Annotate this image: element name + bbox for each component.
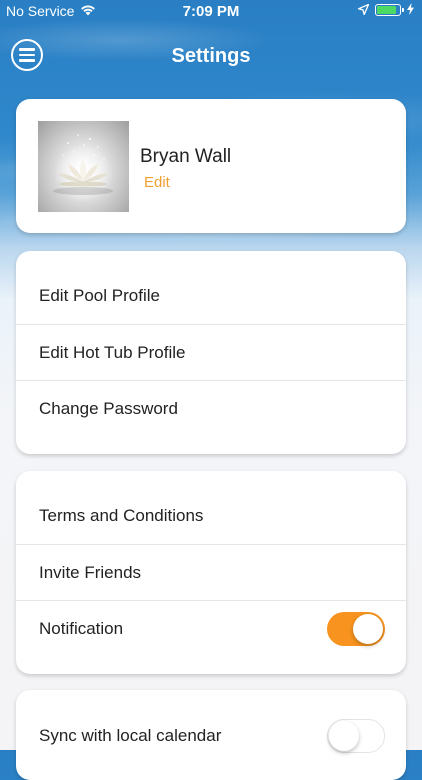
battery-icon [375,4,404,16]
row-label: Change Password [39,398,178,418]
profile-settings-card: Edit Pool Profile Edit Hot Tub Profile C… [16,251,406,454]
row-label: Terms and Conditions [39,506,204,525]
terms-and-conditions-row[interactable]: Terms and Conditions [16,488,406,544]
toggle-knob [353,613,383,644]
calendar-settings-card: Sync with local calendar [16,690,406,780]
change-password-row[interactable]: Change Password [16,380,406,436]
edit-profile-link[interactable]: Edit [144,174,170,191]
row-label: Edit Pool Profile [39,286,160,305]
row-label: Edit Hot Tub Profile [39,342,186,362]
row-label: Sync with local calendar [39,726,222,745]
charging-bolt-icon [407,2,414,18]
avatar [38,121,129,212]
general-settings-card: Terms and Conditions Invite Friends Noti… [16,471,406,674]
profile-name: Bryan Wall [140,146,232,167]
page-title: Settings [171,45,251,67]
row-label: Invite Friends [39,562,142,582]
notification-toggle[interactable] [327,611,385,646]
status-bar: No Service 7:09 PM [0,0,422,22]
profile-card: Bryan Wall Edit [16,99,406,233]
notification-row: Notification [16,600,406,656]
sync-calendar-row: Sync with local calendar [16,708,406,764]
invite-friends-row[interactable]: Invite Friends [16,544,406,600]
location-arrow-icon [357,2,370,18]
row-label: Notification [39,618,124,638]
toggle-knob [329,721,359,751]
edit-pool-profile-row[interactable]: Edit Pool Profile [16,268,406,324]
edit-hot-tub-profile-row[interactable]: Edit Hot Tub Profile [16,324,406,380]
navigation-bar: Settings [0,30,422,82]
sync-calendar-toggle[interactable] [327,719,385,753]
